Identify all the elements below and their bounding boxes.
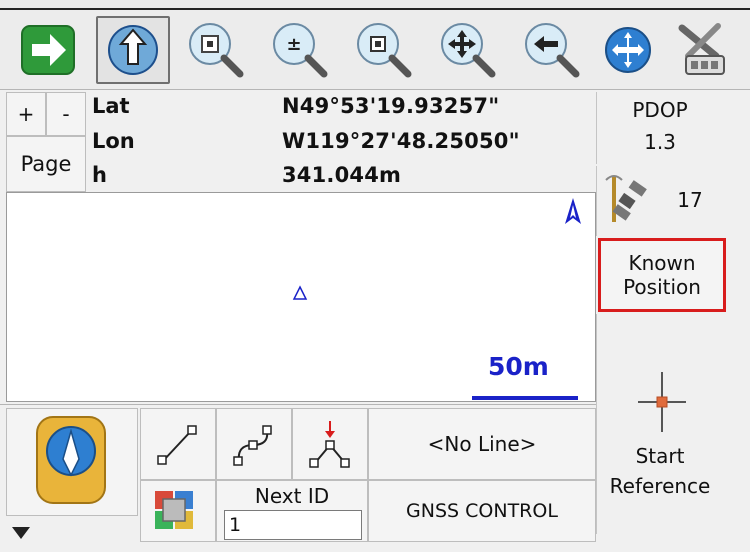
pdop-value: 1.3 (644, 130, 676, 154)
line-select-button[interactable]: <No Line> (368, 408, 596, 480)
dropdown-arrow-icon[interactable] (10, 524, 32, 542)
settings-tools-icon (678, 23, 725, 75)
straight-line-icon (157, 425, 197, 465)
zoom-window-icon (357, 23, 412, 78)
insert-point-icon (309, 421, 350, 468)
satellite-count: 17 (677, 188, 703, 212)
zoom-in-out-button[interactable]: ± (264, 16, 338, 84)
plumb-bob-button[interactable] (6, 408, 138, 516)
codes-grid-icon (155, 491, 193, 529)
zoom-extents-icon (189, 23, 244, 78)
globe-icon (605, 27, 651, 73)
h-label: h (92, 163, 107, 187)
start-reference-line2: Reference (609, 474, 711, 498)
known-position-line2: Position (623, 275, 701, 299)
straight-line-button[interactable] (140, 408, 216, 480)
satellite-icon (605, 175, 647, 222)
lon-label: Lon (92, 129, 135, 153)
plumb-bob-icon (36, 416, 106, 504)
next-arrow-button[interactable] (12, 16, 86, 84)
known-position-line1: Known (628, 251, 696, 275)
scale-bar (472, 396, 578, 400)
scale-label: 50m (488, 352, 549, 381)
curve-line-button[interactable] (216, 408, 292, 480)
pan-cursor-icon (108, 25, 158, 75)
lon-value: W119°27'48.25050" (282, 129, 520, 153)
zoom-previous-button[interactable] (516, 16, 590, 84)
svg-text:±: ± (286, 34, 301, 55)
zoom-extents-button[interactable] (180, 16, 254, 84)
curve-line-icon (233, 425, 272, 466)
top-window-strip (0, 0, 750, 10)
gnss-control-button[interactable]: GNSS CONTROL (368, 480, 596, 542)
settings-tools-button[interactable] (664, 16, 740, 84)
next-arrow-icon (21, 25, 75, 75)
zoom-in-out-icon: ± (273, 23, 328, 78)
zoom-plus-button[interactable]: + (6, 92, 46, 136)
next-id-input[interactable]: 1 (224, 510, 362, 540)
insert-point-button[interactable] (292, 408, 368, 480)
crosshair-icon (638, 372, 686, 432)
next-id-label: Next ID (254, 484, 330, 508)
north-arrow-icon (565, 198, 581, 224)
zoom-previous-icon (525, 23, 580, 78)
known-position-button[interactable]: Known Position (598, 238, 726, 312)
current-position-marker-icon (292, 285, 308, 300)
pdop-label: PDOP (632, 98, 688, 122)
zoom-minus-button[interactable]: - (46, 92, 86, 136)
globe-button[interactable] (598, 16, 658, 84)
start-reference-line1: Start (635, 444, 685, 468)
h-value: 341.044m (282, 163, 402, 187)
codes-button[interactable] (140, 480, 216, 542)
zoom-pan-icon (441, 23, 496, 78)
page-button[interactable]: Page (6, 136, 86, 192)
lat-label: Lat (92, 94, 130, 118)
pan-cursor-button[interactable] (96, 16, 170, 84)
zoom-window-button[interactable] (348, 16, 422, 84)
zoom-pan-button[interactable] (432, 16, 506, 84)
lat-value: N49°53'19.93257" (282, 94, 500, 118)
